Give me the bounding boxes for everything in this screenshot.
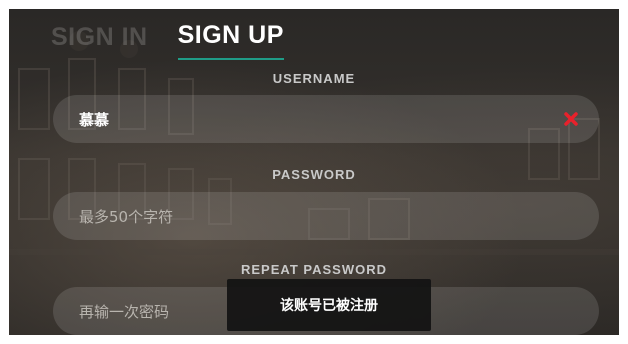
auth-tabs: SIGN IN SIGN UP xyxy=(51,21,314,60)
username-field[interactable]: 慕慕 xyxy=(53,95,599,143)
close-icon[interactable] xyxy=(561,109,581,129)
password-label: PASSWORD xyxy=(272,167,356,182)
error-toast: 该账号已被注册 xyxy=(227,279,431,331)
repeat-password-placeholder: 再输一次密码 xyxy=(79,302,170,321)
repeat-password-label: REPEAT PASSWORD xyxy=(241,262,387,277)
password-field[interactable]: 最多50个字符 xyxy=(53,192,599,240)
username-value: 慕慕 xyxy=(79,110,110,129)
tab-sign-in[interactable]: SIGN IN xyxy=(51,23,148,60)
signup-panel: SIGN IN SIGN UP USERNAME 慕慕 PASSWORD 最多5… xyxy=(9,9,619,335)
username-label: USERNAME xyxy=(272,71,356,86)
tab-sign-up[interactable]: SIGN UP xyxy=(177,21,284,60)
password-placeholder: 最多50个字符 xyxy=(79,207,174,226)
